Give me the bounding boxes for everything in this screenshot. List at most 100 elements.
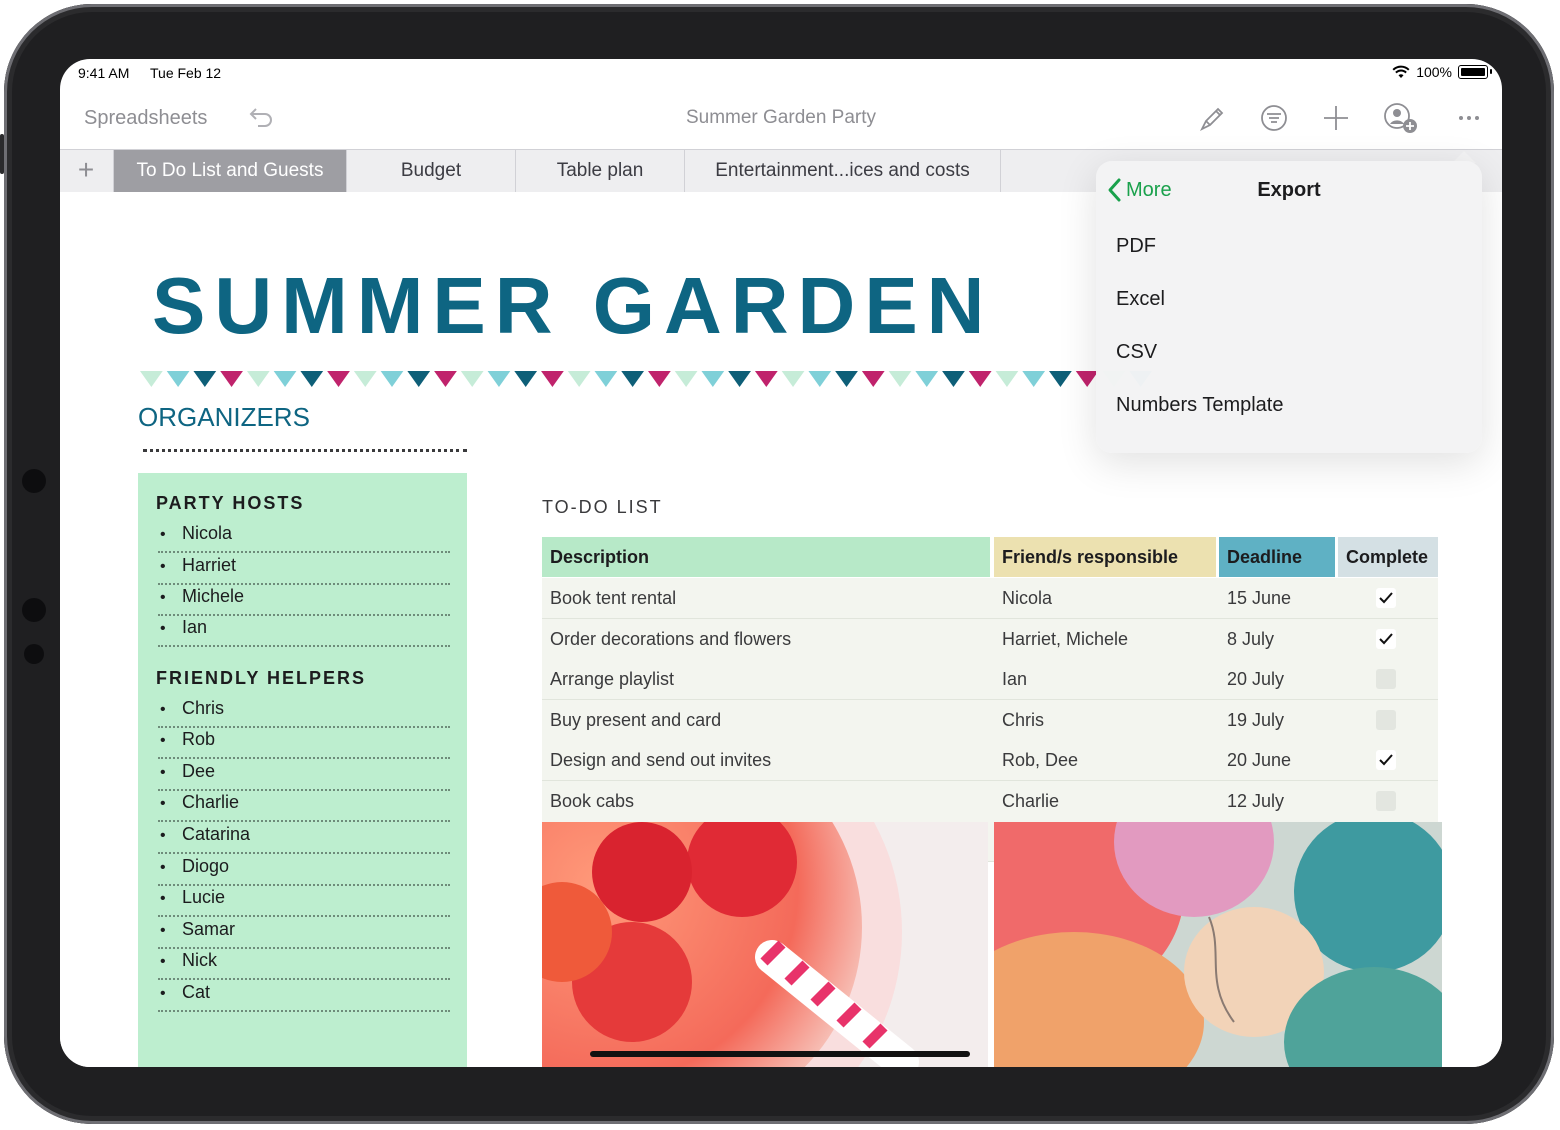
list-item: • Ian bbox=[158, 615, 450, 647]
bunting-flag bbox=[327, 371, 350, 387]
table-row[interactable]: Order decorations and flowers Harriet, Mi… bbox=[542, 618, 1438, 660]
bunting-flag bbox=[808, 371, 832, 387]
export-excel-option[interactable]: Excel bbox=[1116, 288, 1165, 311]
bunting-flag bbox=[166, 371, 190, 387]
bunting-flag bbox=[487, 371, 511, 387]
tab-table-plan[interactable]: Table plan bbox=[515, 150, 684, 192]
cell-description[interactable]: Book tent rental bbox=[550, 578, 990, 618]
brush-icon[interactable] bbox=[1196, 101, 1230, 135]
more-icon[interactable] bbox=[1452, 101, 1486, 135]
status-bar: 9:41 AM Tue Feb 12 100% bbox=[60, 59, 1502, 89]
cell-description[interactable]: Design and send out invites bbox=[550, 740, 990, 780]
cell-description[interactable]: Book cabs bbox=[550, 781, 990, 821]
organizers-divider bbox=[143, 449, 467, 452]
cell-deadline[interactable]: 12 July bbox=[1227, 781, 1337, 821]
bunting-flag bbox=[541, 371, 564, 387]
collaborate-icon[interactable] bbox=[1382, 101, 1422, 135]
cell-description[interactable]: Order decorations and flowers bbox=[550, 619, 990, 659]
header-friends[interactable]: Friend/s responsible bbox=[994, 537, 1216, 577]
cell-deadline[interactable]: 8 July bbox=[1227, 619, 1337, 659]
balloons-photo[interactable] bbox=[994, 822, 1442, 1067]
cell-friends[interactable]: Harriet, Michele bbox=[1002, 619, 1218, 659]
cell-description[interactable]: Arrange playlist bbox=[550, 659, 990, 699]
bunting-flag bbox=[407, 371, 431, 387]
bunting-flag bbox=[915, 371, 939, 387]
table-row[interactable]: Buy present and card Chris 19 July bbox=[542, 699, 1438, 741]
cell-friends[interactable]: Rob, Dee bbox=[1002, 740, 1218, 780]
bunting-flag bbox=[273, 371, 297, 387]
list-item: • Nicola bbox=[158, 521, 450, 553]
bunting-flag bbox=[353, 371, 377, 387]
todo-heading: TO-DO LIST bbox=[542, 497, 663, 517]
friendly-helpers-heading: FRIENDLY HELPERS bbox=[156, 668, 367, 688]
wifi-icon bbox=[1392, 65, 1410, 78]
add-sheet-button[interactable]: + bbox=[60, 150, 112, 192]
tab-entertainment[interactable]: Entertainment...ices and costs bbox=[684, 150, 1001, 192]
drink-image bbox=[542, 822, 988, 1067]
bunting-flag bbox=[995, 371, 1019, 387]
toolbar: Spreadsheets Summer Garden Party bbox=[60, 89, 1502, 149]
complete-checkbox[interactable] bbox=[1376, 628, 1396, 649]
status-time: 9:41 AM bbox=[78, 65, 130, 81]
bunting-flag bbox=[1049, 371, 1072, 387]
bunting-flag bbox=[781, 371, 805, 387]
list-item: • Cat bbox=[158, 980, 450, 1012]
bunting-flag bbox=[140, 371, 163, 387]
table-row[interactable]: Arrange playlist Ian 20 July bbox=[542, 659, 1438, 700]
table-row[interactable]: Design and send out invites Rob, Dee 20 Ju… bbox=[542, 740, 1438, 781]
list-item: • Catarina bbox=[158, 822, 450, 854]
complete-checkbox[interactable] bbox=[1376, 709, 1396, 730]
volume-button bbox=[0, 134, 4, 174]
bunting-flag bbox=[246, 371, 270, 387]
cell-friends[interactable]: Charlie bbox=[1002, 781, 1218, 821]
table-row[interactable]: Book tent rental Nicola 15 June bbox=[542, 578, 1438, 619]
bunting-decoration bbox=[140, 371, 1152, 387]
cell-deadline[interactable]: 20 July bbox=[1227, 659, 1337, 699]
complete-checkbox[interactable] bbox=[1376, 790, 1396, 811]
tab-to-do-list-and-guests[interactable]: To Do List and Guests bbox=[113, 150, 346, 192]
bunting-flag bbox=[888, 371, 912, 387]
list-item: • Rob bbox=[158, 727, 450, 759]
export-pdf-option[interactable]: PDF bbox=[1116, 235, 1156, 258]
bunting-flag bbox=[968, 371, 992, 387]
list-item: • Dee bbox=[158, 759, 450, 791]
complete-checkbox[interactable] bbox=[1376, 669, 1396, 689]
complete-checkbox[interactable] bbox=[1376, 750, 1396, 770]
header-complete[interactable]: Complete bbox=[1338, 537, 1438, 577]
export-numbers-template-option[interactable]: Numbers Template bbox=[1116, 394, 1283, 417]
filter-icon[interactable] bbox=[1257, 101, 1291, 135]
bunting-flag bbox=[861, 371, 885, 387]
cell-deadline[interactable]: 20 June bbox=[1227, 740, 1337, 780]
table-row[interactable]: Book cabs Charlie 12 July bbox=[542, 780, 1438, 822]
home-indicator[interactable] bbox=[590, 1051, 970, 1057]
cell-friends[interactable]: Chris bbox=[1002, 700, 1218, 740]
screen: 9:41 AM Tue Feb 12 100% Spreadsheets Sum… bbox=[60, 59, 1502, 1067]
complete-checkbox[interactable] bbox=[1376, 588, 1396, 608]
header-description[interactable]: Description bbox=[542, 537, 990, 577]
bunting-flag bbox=[648, 371, 671, 387]
organizers-heading: ORGANIZERS bbox=[138, 402, 310, 432]
header-deadline[interactable]: Deadline bbox=[1219, 537, 1335, 577]
bunting-flag bbox=[220, 371, 243, 387]
bunting-flag bbox=[567, 371, 591, 387]
page-title: SUMMER GARDEN bbox=[152, 261, 994, 350]
add-icon[interactable] bbox=[1319, 101, 1353, 135]
bunting-flag bbox=[621, 371, 644, 387]
export-title: Export bbox=[1257, 179, 1321, 201]
cell-deadline[interactable]: 19 July bbox=[1227, 700, 1337, 740]
bunting-flag bbox=[300, 371, 324, 387]
export-popover: More Export PDF Excel CSV Numbers Templa… bbox=[1096, 161, 1482, 453]
bunting-flag bbox=[728, 371, 751, 387]
tab-budget[interactable]: Budget bbox=[346, 150, 515, 192]
export-csv-option[interactable]: CSV bbox=[1116, 341, 1157, 364]
checkmark-icon bbox=[1379, 754, 1393, 766]
list-item: • Nick bbox=[158, 948, 450, 980]
cell-friends[interactable]: Ian bbox=[1002, 659, 1218, 699]
list-item: • Diogo bbox=[158, 854, 450, 886]
battery-icon bbox=[1458, 65, 1492, 79]
cell-deadline[interactable]: 15 June bbox=[1227, 578, 1337, 618]
drink-photo[interactable] bbox=[542, 822, 988, 1067]
cell-description[interactable]: Buy present and card bbox=[550, 700, 990, 740]
cell-friends[interactable]: Nicola bbox=[1002, 578, 1218, 618]
balloons-image bbox=[994, 822, 1442, 1067]
